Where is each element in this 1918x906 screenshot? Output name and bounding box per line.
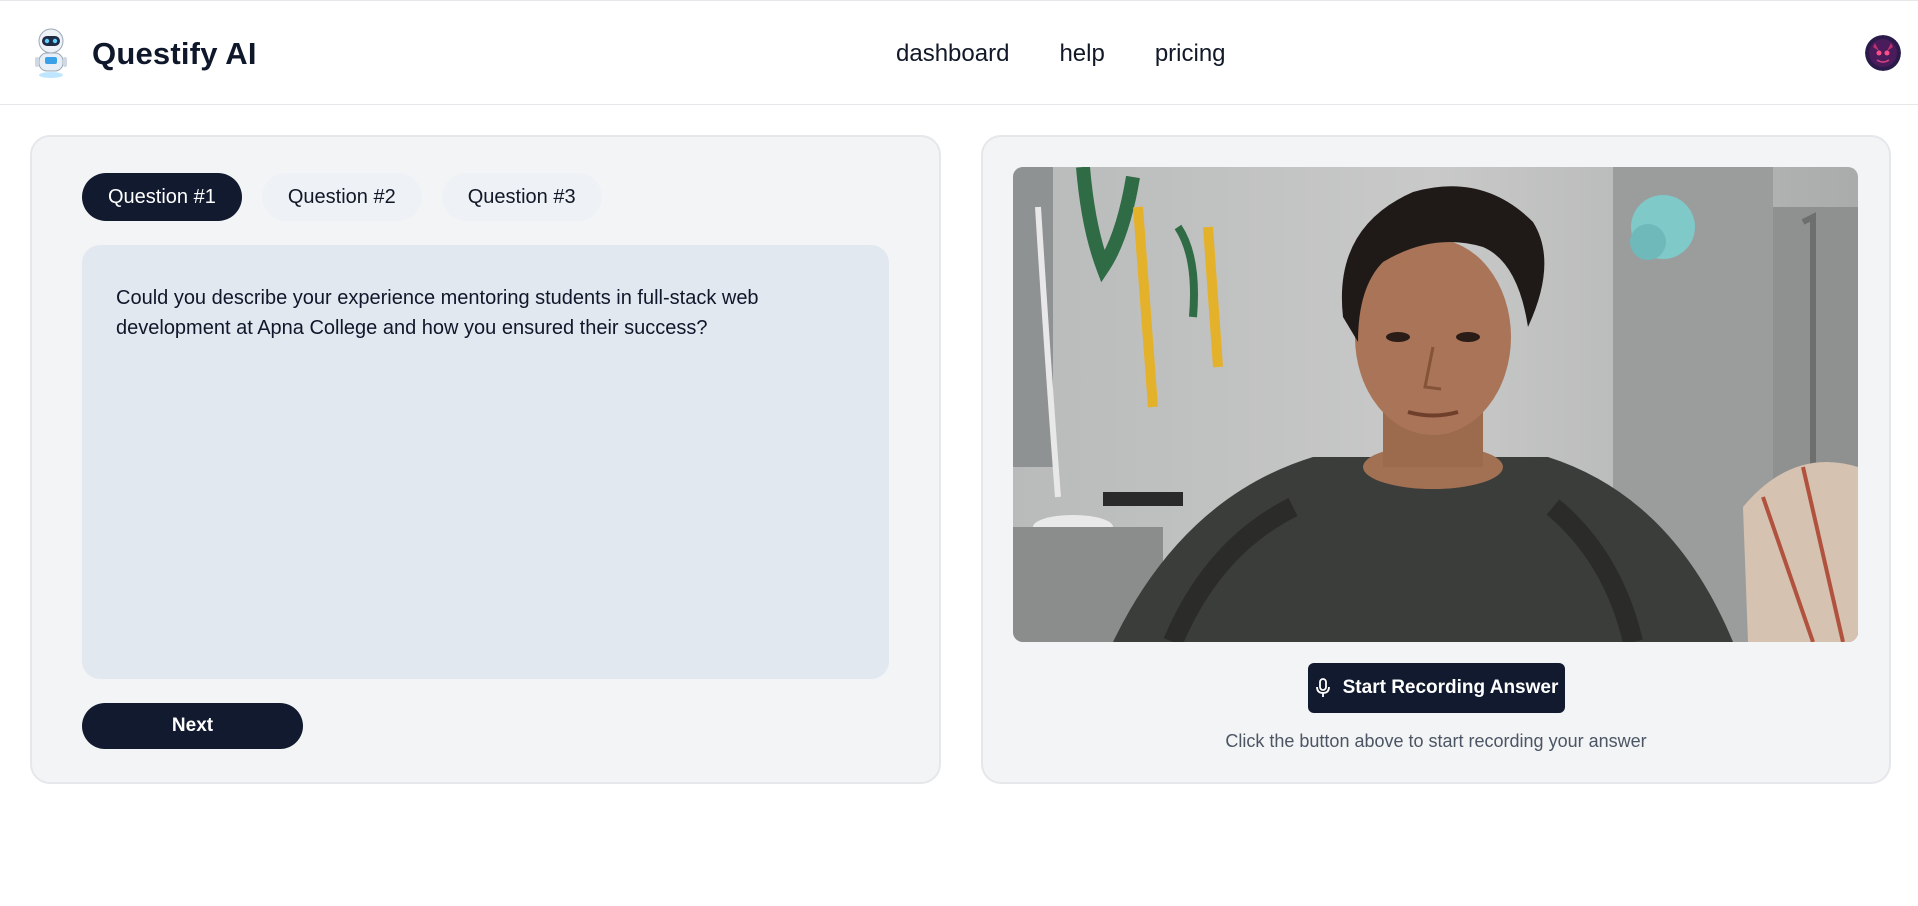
robot-logo-icon[interactable]: [30, 25, 72, 79]
brand-name[interactable]: Questify AI: [92, 36, 257, 72]
nav-dashboard[interactable]: dashboard: [896, 40, 1009, 68]
nav-help[interactable]: help: [1059, 40, 1104, 68]
question-panel: Question #1 Question #2 Question #3 Coul…: [30, 135, 941, 784]
microphone-icon: [1315, 678, 1330, 697]
tab-question-1[interactable]: Question #1: [82, 173, 242, 221]
nav-pricing[interactable]: pricing: [1155, 40, 1226, 68]
webcam-preview: [1013, 167, 1858, 642]
next-button[interactable]: Next: [82, 703, 303, 749]
start-recording-label: Start Recording Answer: [1342, 677, 1559, 698]
top-navbar: Questify AI dashboard help pricing: [0, 0, 1918, 105]
question-text: Could you describe your experience mento…: [116, 287, 759, 339]
recorder-panel: Start Recording Answer Click the button …: [981, 135, 1891, 784]
tab-question-3[interactable]: Question #3: [441, 173, 602, 221]
main-nav: dashboard help pricing: [896, 40, 1226, 68]
recording-hint: Click the button above to start recordin…: [1225, 731, 1647, 751]
question-tabs: Question #1 Question #2 Question #3: [82, 173, 602, 221]
user-avatar-icon[interactable]: [1865, 35, 1901, 71]
question-card: Could you describe your experience mento…: [82, 245, 889, 679]
start-recording-button[interactable]: Start Recording Answer: [1308, 663, 1565, 713]
tab-question-2[interactable]: Question #2: [261, 173, 422, 221]
